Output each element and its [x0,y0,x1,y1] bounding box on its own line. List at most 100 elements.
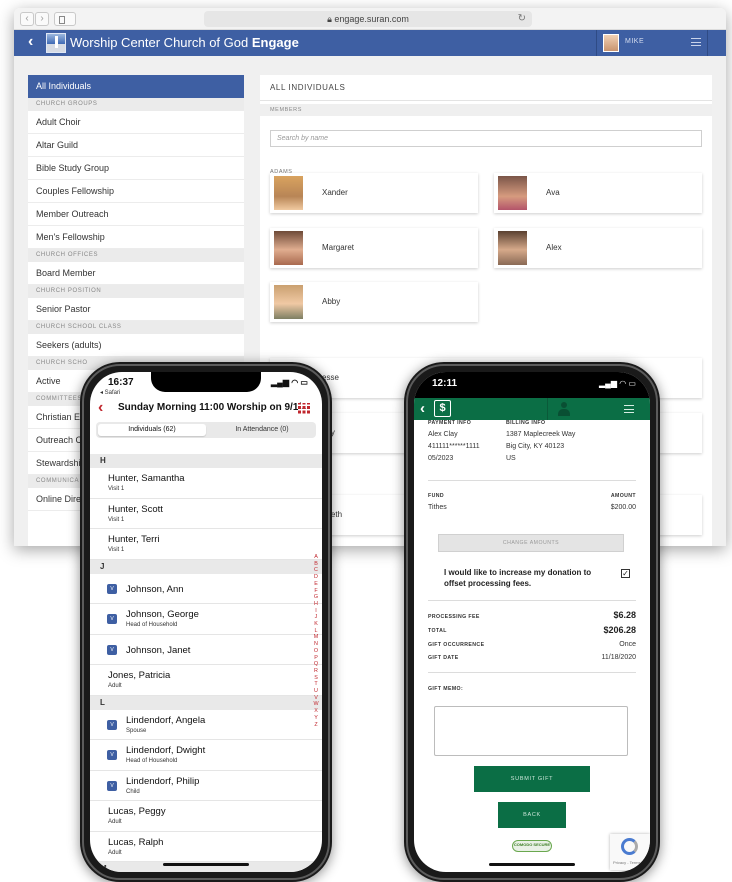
alphabet-letter[interactable]: L [312,628,320,635]
sidebar-item[interactable]: Altar Guild [28,134,244,157]
fund-amount: $200.00 [610,504,636,511]
alphabet-letter[interactable]: P [312,655,320,662]
list-item[interactable]: V Johnson, Janet [90,635,322,665]
alphabet-letter[interactable]: A [312,554,320,561]
person-role: Head of Household [126,622,178,628]
list-item[interactable]: V Lindendorf, Philip Child [90,771,322,801]
grid-icon[interactable] [298,403,310,415]
alphabet-letter[interactable]: I [312,608,320,615]
sidebar-item[interactable]: Men's Fellowship [28,226,244,249]
alphabet-letter[interactable]: V [312,695,320,702]
browser-back-button[interactable]: ‹ [20,12,34,26]
person-role: Adult [108,819,122,825]
alphabet-letter[interactable]: Q [312,661,320,668]
visitor-badge: V [107,780,117,791]
list-item[interactable]: Lucas, Peggy Adult [90,801,322,832]
increase-donation-checkbox[interactable]: ✓ [621,569,630,578]
search-input[interactable]: Search by name [270,130,702,147]
recaptcha-links[interactable]: Privacy - Terms [613,860,640,865]
person-name: Hunter, Terri [108,534,160,545]
list-item[interactable]: Jones, Patricia Adult [90,665,322,696]
back-button[interactable]: BACK [498,802,566,828]
user-name: MIKE [625,38,645,45]
alphabet-letter[interactable]: J [312,614,320,621]
member-card[interactable]: Xander [270,173,478,213]
list-item[interactable]: V Lindendorf, Dwight Head of Household [90,740,322,771]
gift-memo-field[interactable] [434,706,628,756]
sidebar-item[interactable]: Seekers (adults) [28,334,244,357]
back-chevron-icon[interactable]: ‹ [98,399,103,417]
member-card[interactable]: Alex [494,228,702,268]
amount-label: AMOUNT [610,493,636,499]
back-chevron-icon[interactable]: ‹ [420,400,425,417]
tab-in-attendance[interactable]: In Attendance (0) [208,424,316,436]
back-chevron-icon[interactable]: ‹ [28,33,33,51]
sidebar-item[interactable]: Bible Study Group [28,157,244,180]
recaptcha-icon [621,838,638,855]
processing-fee-label: PROCESSING FEE [428,614,480,620]
alphabet-letter[interactable]: K [312,621,320,628]
list-item[interactable]: V Lindendorf, Angela Spouse [90,710,322,740]
app-header: ‹ Worship Center Church of God Engage MI… [14,30,726,56]
phone-attendance: 16:37 ◂ Safari ▂▄▆ ◠ ▭ ‹ Sunday Morning … [80,362,332,882]
change-amounts-button[interactable]: CHANGE AMOUNTS [438,534,624,552]
alphabet-letter[interactable]: R [312,668,320,675]
visitor-badge: V [107,614,117,624]
alphabet-letter[interactable]: B [312,561,320,568]
signal-wifi-battery-icon: ▂▄▆ ◠ ▭ [271,378,308,387]
sidebar-item[interactable]: Senior Pastor [28,298,244,321]
hamburger-menu-icon[interactable] [624,405,634,413]
list-item[interactable]: Lucas, Ralph Adult [90,832,322,862]
alphabet-letter[interactable]: S [312,675,320,682]
person-role: Adult [108,849,122,856]
member-photo [274,176,303,210]
phone-giving: 12:11 ▂▄▆ ◠ ▭ ‹ $ PAYMENT INFO Alex Clay… [404,362,660,882]
alphabet-letter[interactable]: G [312,594,320,601]
sidebar-item[interactable]: Adult Choir [28,111,244,134]
alphabet-index[interactable]: ABCDEFGHIJKLMNOPQRSTUVWXYZ [312,554,320,728]
list-item[interactable]: Hunter, Samantha Visit 1 [90,468,322,499]
alphabet-letter[interactable]: W [312,701,320,708]
alphabet-letter[interactable]: E [312,581,320,588]
alphabet-letter[interactable]: M [312,634,320,641]
recaptcha-badge[interactable]: Privacy - Terms [610,834,650,870]
member-card[interactable]: Margaret [270,228,478,268]
person-icon[interactable] [557,402,571,416]
section-letter: L [90,695,322,710]
submit-gift-button[interactable]: SUBMIT GIFT [474,766,590,792]
list-item[interactable]: V Johnson, George Head of Household [90,604,322,635]
alphabet-letter[interactable]: Z [312,722,320,729]
back-to-safari[interactable]: ◂ Safari [100,389,120,396]
list-item[interactable]: V Johnson, Ann [90,574,322,604]
home-indicator [163,863,249,866]
reload-icon[interactable]: ↻ [518,11,526,27]
tab-individuals[interactable]: Individuals (62) [98,424,206,436]
address-bar[interactable]: 🔒︎ engage.suran.com ↻ [204,11,532,27]
sidebar-item-all-individuals[interactable]: All Individuals [28,75,244,98]
user-menu[interactable]: MIKE [596,30,708,56]
alphabet-letter[interactable]: Y [312,715,320,722]
alphabet-letter[interactable]: X [312,708,320,715]
hamburger-menu-icon[interactable] [691,38,701,46]
alphabet-letter[interactable]: U [312,688,320,695]
sidebar-item[interactable]: Board Member [28,262,244,285]
alphabet-letter[interactable]: H [312,601,320,608]
alphabet-letter[interactable]: C [312,567,320,574]
alphabet-letter[interactable]: T [312,681,320,688]
list-item[interactable]: Hunter, Scott Visit 1 [90,499,322,529]
alphabet-letter[interactable]: N [312,641,320,648]
phone-notch [477,372,587,392]
list-item[interactable]: Hunter, Terri Visit 1 [90,529,322,560]
billing-city: Big City, KY 40123 [506,443,565,450]
sidebar-item[interactable]: Couples Fellowship [28,180,244,203]
person-name: Johnson, George [126,609,199,620]
alphabet-letter[interactable]: D [312,574,320,581]
browser-forward-button[interactable]: › [35,12,49,26]
sidebar-item[interactable]: Member Outreach [28,203,244,226]
sidebar-toggle-icon[interactable] [54,12,76,26]
person-name: Hunter, Scott [108,503,163,515]
member-card[interactable]: Abby [270,282,478,322]
member-card[interactable]: Ava [494,173,702,213]
alphabet-letter[interactable]: O [312,648,320,655]
alphabet-letter[interactable]: F [312,588,320,595]
